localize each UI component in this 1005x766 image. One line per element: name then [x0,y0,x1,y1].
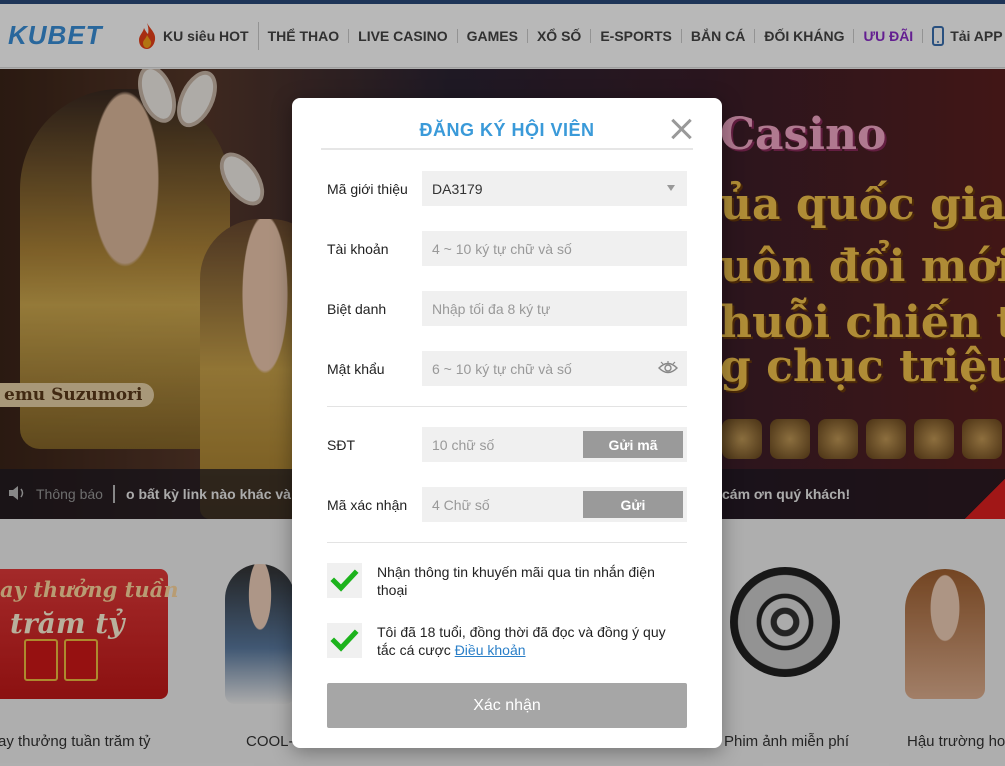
eye-icon[interactable] [658,361,678,375]
phone-label: SĐT [327,437,355,453]
register-modal: ĐĂNG KÝ HỘI VIÊN Mã giới thiệu DA3179 Tà… [292,98,722,748]
nickname-input[interactable] [422,291,687,326]
send-code-button[interactable]: Gửi mã [583,431,683,458]
confirm-button[interactable]: Xác nhận [327,683,687,728]
section-divider [327,406,687,407]
referral-value: DA3179 [432,180,483,197]
password-input[interactable] [422,351,687,386]
close-icon[interactable] [670,118,692,140]
verify-code-label: Mã xác nhận [327,497,408,513]
age-terms-text: Tôi đã 18 tuổi, đồng thời đã đọc và đồng… [377,623,677,659]
account-input[interactable] [422,231,687,266]
age-terms-checkbox[interactable] [327,623,362,658]
send-button[interactable]: Gửi [583,491,683,518]
check-icon [330,629,359,652]
account-label: Tài khoản [327,241,389,257]
referral-select[interactable]: DA3179 [422,171,687,206]
section-divider [327,542,687,543]
chevron-down-icon [667,185,675,191]
promo-sms-text: Nhận thông tin khuyến mãi qua tin nhắn đ… [377,564,655,598]
nickname-label: Biệt danh [327,301,387,317]
check-icon [330,569,359,592]
promo-sms-checkbox[interactable] [327,563,362,598]
password-label: Mật khẩu [327,361,385,377]
title-divider [321,148,693,150]
modal-title: ĐĂNG KÝ HỘI VIÊN [419,120,595,140]
terms-link[interactable]: Điều khoản [455,642,526,658]
referral-label: Mã giới thiệu [327,181,408,197]
